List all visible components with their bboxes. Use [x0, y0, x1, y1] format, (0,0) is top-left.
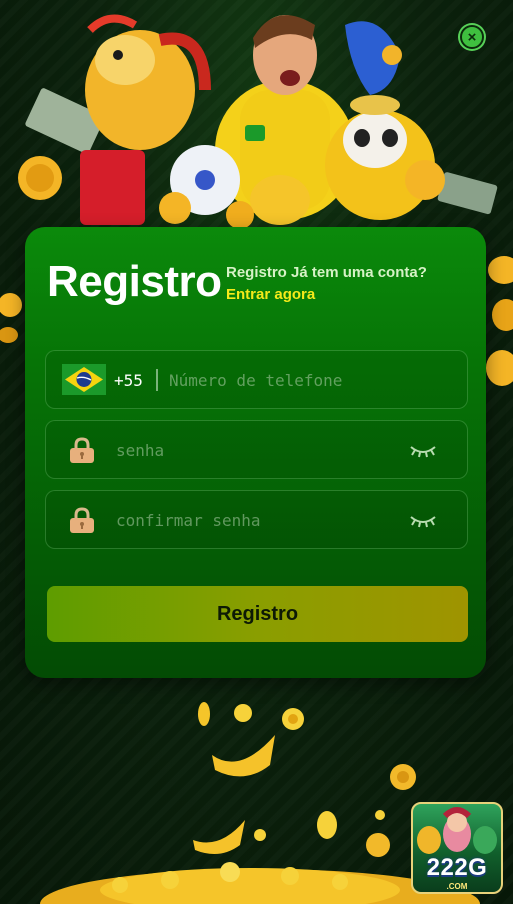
- eye-closed-icon[interactable]: [409, 511, 437, 529]
- confirm-password-input[interactable]: [116, 508, 396, 532]
- side-coins-left: [0, 293, 22, 343]
- register-card: Registro Registro Já tem uma conta? Entr…: [25, 227, 486, 678]
- login-link[interactable]: Entrar agora: [226, 284, 466, 306]
- country-code[interactable]: +55: [114, 371, 143, 390]
- brazil-flag-icon: [62, 364, 106, 395]
- hero-illustration: [18, 14, 498, 229]
- phone-input[interactable]: [169, 368, 449, 392]
- brand-logo-text: 222G: [426, 854, 488, 881]
- field-divider: [156, 369, 158, 391]
- register-title: Registro: [47, 257, 222, 306]
- close-button[interactable]: ×: [460, 25, 484, 49]
- logo-artwork: [417, 807, 497, 854]
- login-prompt-text: Registro Já tem uma conta?: [226, 264, 427, 281]
- lock-icon: [70, 507, 94, 533]
- register-submit-button[interactable]: Registro: [47, 586, 468, 642]
- phone-field[interactable]: +55: [45, 350, 468, 409]
- lock-icon: [70, 437, 94, 463]
- close-icon: ×: [467, 28, 477, 46]
- password-field[interactable]: [45, 420, 468, 479]
- brand-logo-badge[interactable]: 222G .COM: [411, 802, 503, 894]
- password-input[interactable]: [116, 438, 396, 462]
- side-coins-right: [486, 256, 513, 386]
- brand-logo-domain: .COM: [446, 882, 468, 891]
- login-prompt: Registro Já tem uma conta? Entrar agora: [226, 262, 466, 306]
- confirm-password-field[interactable]: [45, 490, 468, 549]
- eye-closed-icon[interactable]: [409, 441, 437, 459]
